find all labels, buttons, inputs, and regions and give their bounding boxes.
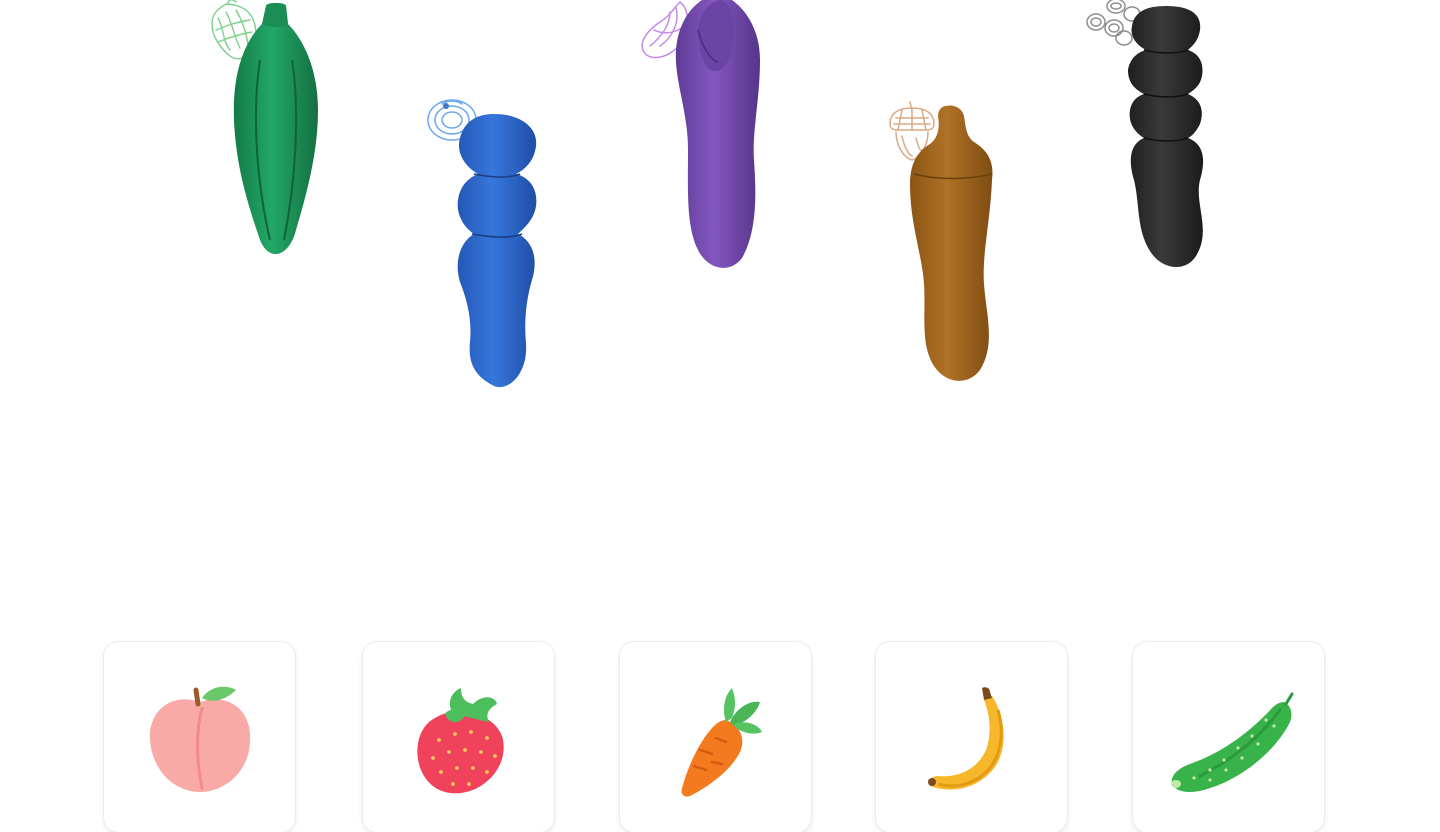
product-green-vibrator[interactable] bbox=[232, 0, 322, 265]
product-brown-vibrator[interactable] bbox=[906, 104, 998, 384]
category-card-strawberry[interactable] bbox=[363, 642, 554, 832]
category-card-cucumber[interactable] bbox=[1133, 642, 1324, 832]
product-black-vibrator[interactable] bbox=[1124, 4, 1210, 272]
carrot-icon bbox=[620, 680, 811, 810]
cucumber-icon bbox=[1133, 680, 1324, 810]
peach-icon bbox=[104, 680, 295, 810]
category-card-peach[interactable] bbox=[104, 642, 295, 832]
product-purple-vibrator[interactable] bbox=[672, 0, 768, 270]
category-card-carrot[interactable] bbox=[620, 642, 811, 832]
category-card-banana[interactable] bbox=[876, 642, 1067, 832]
strawberry-icon bbox=[363, 680, 554, 810]
banana-icon bbox=[876, 680, 1067, 810]
product-blue-vibrator[interactable] bbox=[454, 112, 540, 390]
